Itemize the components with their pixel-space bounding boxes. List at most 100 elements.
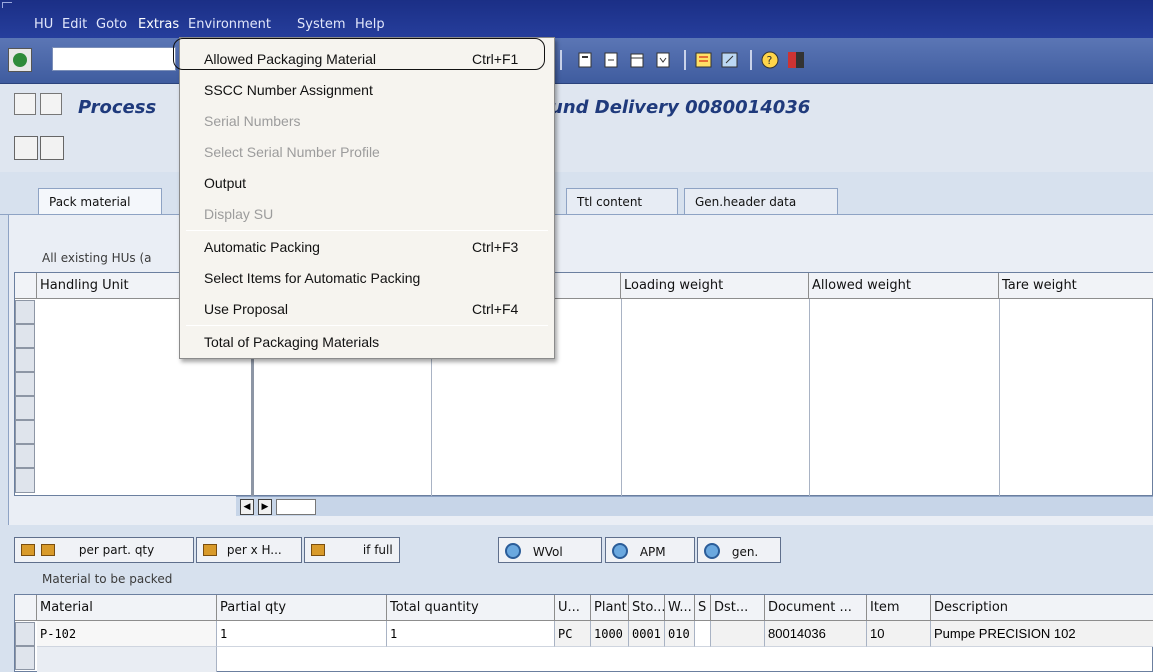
cell-total-quantity[interactable]: 1 [387,621,555,647]
menu-item-label: Display SU [204,206,274,222]
menu-environment[interactable]: Environment [188,17,271,32]
col-header-partial-qty[interactable]: Partial qty [217,595,387,621]
cell-s-checkbox[interactable] [695,621,711,647]
menu-item-shortcut: Ctrl+F4 [472,301,519,317]
row-selector[interactable] [15,646,35,670]
menu-item-label: Automatic Packing [204,239,320,255]
tab-label: Ttl content [577,195,643,209]
row-selector[interactable] [15,300,35,324]
command-field[interactable] [52,47,176,71]
gen-button[interactable]: gen. [697,537,781,563]
row-selector[interactable] [15,396,35,420]
menu-goto[interactable]: Goto [96,17,127,32]
help-icon[interactable]: ? [760,50,780,70]
col-header-material[interactable]: Material [37,595,217,621]
shortcut-icon[interactable] [602,50,622,70]
menu-extras[interactable]: Extras [138,17,179,32]
toolbar-separator [684,50,686,70]
menu-bar: HU Edit Goto Extras Environment System H… [0,0,1153,38]
create-session-icon[interactable] [576,50,596,70]
extras-menu: Allowed Packaging Material Ctrl+F1 SSCC … [179,37,555,359]
col-header-unit[interactable]: U... [555,595,591,621]
button-label: per x H... [226,543,282,557]
row-selector[interactable] [15,622,35,646]
page-icon[interactable] [628,50,648,70]
scroll-left-icon[interactable]: ◀ [240,499,254,515]
menu-separator [186,230,548,231]
material-table: Material Partial qty Total quantity U...… [14,594,1153,672]
cell-description: Pumpe PRECISION 102 [931,621,1153,647]
menu-item-select-items-automatic-packing[interactable]: Select Items for Automatic Packing [180,263,554,293]
apm-button[interactable]: APM [605,537,695,563]
tab-pack-material[interactable]: Pack material [38,188,162,214]
menu-item-serial-numbers: Serial Numbers [180,106,554,136]
select-all-cell[interactable] [15,595,37,621]
wvol-button[interactable]: WVol [498,537,602,563]
button-label: WVol [532,545,563,559]
scroll-thumb[interactable] [276,499,316,515]
pack-if-full-button[interactable]: if full [304,537,400,563]
document-icon[interactable] [40,93,62,115]
column-line [621,299,622,497]
row-selector[interactable] [15,372,35,396]
col-header-dst[interactable]: Dst... [711,595,765,621]
display-user-icon[interactable] [14,136,38,160]
pack-per-x-hu-button[interactable]: per x H... [196,537,302,563]
enter-check-icon[interactable] [8,48,32,72]
col-header-allowed-weight[interactable]: Allowed weight [809,273,999,299]
col-header-s[interactable]: S [695,595,711,621]
lifebuoy-icon[interactable] [40,136,64,160]
cell-plant: 1000 [591,621,629,647]
menu-item-total-packaging-materials[interactable]: Total of Packaging Materials [180,327,554,357]
menu-help[interactable]: Help [355,17,385,32]
col-header-description[interactable]: Description [931,595,1153,621]
cell-unit: PC [555,621,591,647]
box-icon [203,544,217,556]
col-header-document[interactable]: Document ... [765,595,867,621]
window-icon[interactable] [694,50,714,70]
tab-gen-header-data[interactable]: Gen.header data [684,188,838,214]
box-icon [311,544,325,556]
row-selector[interactable] [15,324,35,348]
page-down-icon[interactable] [654,50,674,70]
menu-item-sscc-number-assignment[interactable]: SSCC Number Assignment [180,75,554,105]
hierarchy-icon[interactable] [14,93,36,115]
box-icon [41,544,55,556]
menu-hu[interactable]: HU [34,17,53,32]
cell-material[interactable]: P-102 [37,621,217,647]
row-selector[interactable] [15,444,35,468]
scroll-right-icon[interactable]: ▶ [258,499,272,515]
cell-partial-qty[interactable]: 1 [217,621,387,647]
col-header-loading-weight[interactable]: Loading weight [621,273,809,299]
cell-w: 010 [665,621,695,647]
pack-per-part-qty-button[interactable]: per part. qty [14,537,194,563]
row-selector[interactable] [15,420,35,444]
svg-text:?: ? [767,54,773,67]
col-header-total-quantity[interactable]: Total quantity [387,595,555,621]
menu-item-output[interactable]: Output [180,168,554,198]
menu-system[interactable]: System [297,17,345,32]
page-title: Process [78,97,157,118]
hu-section-label: All existing HUs (a [42,251,152,265]
row-selector[interactable] [15,468,35,493]
menu-item-use-proposal[interactable]: Use Proposal Ctrl+F4 [180,294,554,324]
row-selector[interactable] [15,348,35,372]
system-menu-icon[interactable] [2,2,12,8]
menu-item-label: Output [204,175,247,191]
col-header-tare-weight[interactable]: Tare weight [999,273,1153,299]
cell-empty[interactable] [37,647,217,672]
layout-icon[interactable] [720,50,740,70]
menu-item-automatic-packing[interactable]: Automatic Packing Ctrl+F3 [180,232,554,262]
col-header-w[interactable]: W... [665,595,695,621]
tab-ttl-content[interactable]: Ttl content [566,188,678,214]
menu-separator [186,325,548,326]
col-header-plant[interactable]: Plant [591,595,629,621]
menu-edit[interactable]: Edit [62,17,87,32]
col-header-storage[interactable]: Sto... [629,595,665,621]
toolbar-separator [560,50,562,70]
column-line [999,299,1000,497]
horizontal-scrollbar[interactable]: ◀ ▶ [236,496,1153,516]
select-all-cell[interactable] [15,273,37,299]
col-header-item[interactable]: Item [867,595,931,621]
customize-layout-icon[interactable] [786,50,806,70]
